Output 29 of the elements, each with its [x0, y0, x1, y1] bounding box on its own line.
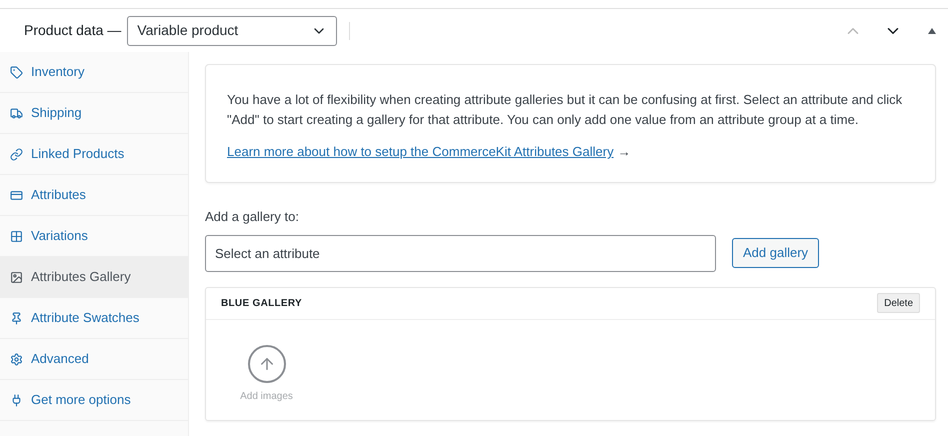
- collapse-icon[interactable]: [928, 28, 936, 34]
- sidebar-tab[interactable]: Attribute Swatches: [0, 298, 188, 339]
- card-icon: [10, 188, 23, 202]
- gallery-title: BLUE GALLERY: [221, 296, 302, 310]
- product-data-label: Product data —: [24, 21, 122, 40]
- sidebar-tab[interactable]: Attributes: [0, 175, 188, 216]
- sidebar-tab[interactable]: Inventory: [0, 52, 188, 93]
- gear-icon: [10, 352, 23, 366]
- arrow-text: →: [618, 143, 631, 161]
- delete-button[interactable]: Delete: [877, 293, 920, 313]
- notice-text: You have a lot of flexibility when creating attribute galleries but it can be confusing at first. Select an attribute and click "Add" to start creating a gallery for that attribute. You can only add one value from an attribute group at a time.: [227, 91, 904, 129]
- grid-icon: [10, 230, 23, 242]
- upload-icon[interactable]: [248, 344, 286, 382]
- link-icon: [10, 148, 23, 160]
- tag-icon: [10, 66, 23, 78]
- sidebar-tab[interactable]: Linked Products: [0, 134, 188, 175]
- pin-icon: [10, 312, 23, 324]
- learn-more-link[interactable]: Learn more about how to setup the CommerceKit Attributes Gallery: [227, 142, 614, 162]
- sidebar-tab[interactable]: Attributes Gallery: [0, 257, 188, 298]
- attribute-select-field[interactable]: Select an attribute: [205, 234, 716, 272]
- add-gallery-label: Add a gallery to:: [205, 208, 299, 226]
- add-gallery-button[interactable]: Add gallery: [732, 238, 820, 268]
- truck-icon: [10, 106, 23, 120]
- sidebar-tab[interactable]: Get more options: [0, 380, 188, 421]
- sidebar-tab[interactable]: Advanced: [0, 339, 188, 380]
- sidebar-tab[interactable]: Shipping: [0, 93, 188, 134]
- product-type-select[interactable]: Variable product: [127, 16, 338, 46]
- image-icon: [10, 270, 23, 284]
- plug-icon: [10, 394, 23, 406]
